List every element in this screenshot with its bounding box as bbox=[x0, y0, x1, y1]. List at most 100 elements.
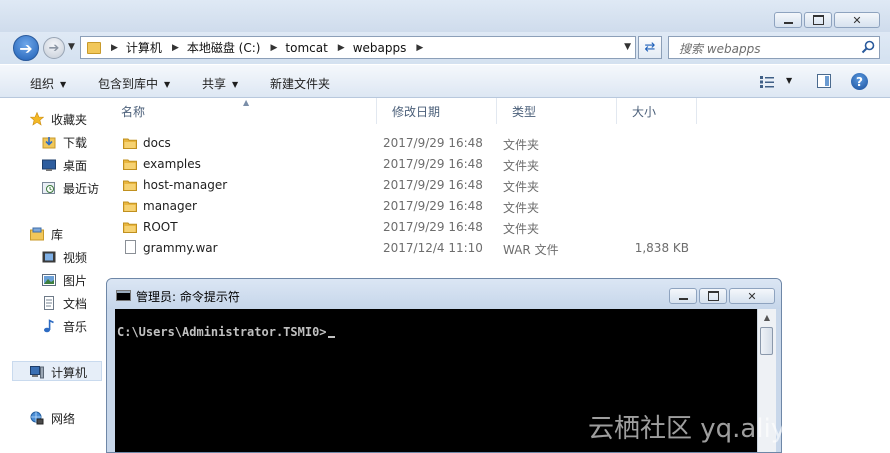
pictures-icon bbox=[42, 274, 56, 286]
sidebar-item-pictures[interactable]: 图片 bbox=[42, 271, 87, 289]
documents-icon bbox=[44, 296, 54, 310]
file-type: 文件夹 bbox=[503, 222, 540, 236]
recent-places-icon bbox=[42, 182, 55, 194]
file-type: 文件夹 bbox=[503, 159, 540, 173]
include-in-library-menu[interactable]: 包含到库中 ▼ bbox=[98, 75, 170, 92]
file-name: docs bbox=[143, 136, 171, 150]
refresh-icon: ⇄ bbox=[644, 40, 656, 55]
sidebar-item-documents[interactable]: 文档 bbox=[42, 294, 87, 312]
breadcrumb-tomcat[interactable]: tomcat bbox=[285, 41, 327, 55]
sidebar-item-music[interactable]: 音乐 bbox=[42, 317, 87, 335]
file-name: examples bbox=[143, 157, 201, 171]
sidebar-downloads-label: 下载 bbox=[63, 135, 88, 150]
breadcrumb-local-disk[interactable]: 本地磁盘 (C:) bbox=[187, 39, 261, 56]
maximize-button[interactable] bbox=[804, 12, 832, 28]
organize-menu[interactable]: 组织 ▼ bbox=[30, 75, 66, 92]
file-type: 文件夹 bbox=[503, 180, 540, 194]
chevron-down-icon: ▼ bbox=[60, 80, 67, 89]
sidebar-item-downloads[interactable]: 下载 bbox=[42, 133, 87, 151]
search-input[interactable] bbox=[677, 38, 851, 59]
folder-icon bbox=[87, 41, 101, 54]
sidebar-desktop-label: 桌面 bbox=[63, 158, 88, 173]
breadcrumb-webapps[interactable]: webapps bbox=[353, 41, 407, 55]
sidebar-music-label: 音乐 bbox=[63, 319, 88, 334]
new-folder-button[interactable]: 新建文件夹 bbox=[270, 75, 330, 92]
computer-icon bbox=[30, 366, 44, 379]
minimize-icon bbox=[678, 297, 688, 300]
sidebar-item-libraries[interactable]: 库 bbox=[30, 225, 63, 243]
sidebar-item-desktop[interactable]: 桌面 bbox=[42, 156, 87, 174]
close-icon: ✕ bbox=[747, 289, 757, 303]
scrollbar-thumb[interactable] bbox=[760, 327, 773, 355]
search-icon[interactable] bbox=[861, 40, 875, 54]
file-row[interactable]: docs 2017/9/29 16:48 文件夹 bbox=[121, 133, 711, 153]
cmd-minimize-button[interactable] bbox=[669, 288, 697, 304]
column-header-size[interactable]: 大小 bbox=[617, 98, 697, 124]
title-bar: ✕ bbox=[0, 0, 890, 33]
file-date: 2017/9/29 16:48 bbox=[383, 199, 483, 213]
chevron-right-icon[interactable]: ▶ bbox=[270, 43, 277, 53]
file-type: 文件夹 bbox=[503, 138, 540, 152]
file-row[interactable]: examples 2017/9/29 16:48 文件夹 bbox=[121, 154, 711, 174]
cmd-title-bar[interactable]: 管理员: 命令提示符 ✕ bbox=[107, 279, 781, 309]
sidebar-favorites-label: 收藏夹 bbox=[51, 112, 88, 127]
chevron-right-icon[interactable]: ▶ bbox=[416, 43, 423, 53]
folder-icon bbox=[123, 159, 137, 170]
cmd-close-button[interactable]: ✕ bbox=[729, 288, 775, 304]
sidebar-item-favorites[interactable]: 收藏夹 bbox=[30, 110, 87, 128]
column-header-name[interactable]: 名称 bbox=[106, 98, 377, 124]
maximize-icon bbox=[812, 15, 824, 25]
libraries-icon bbox=[30, 227, 44, 241]
help-icon[interactable]: ? bbox=[851, 73, 868, 90]
music-icon bbox=[44, 319, 54, 333]
address-dropdown-button[interactable]: ▼ bbox=[624, 42, 631, 52]
view-options-dropdown[interactable]: ▼ bbox=[786, 76, 792, 85]
share-label: 共享 bbox=[202, 77, 227, 91]
back-button[interactable]: ➔ bbox=[13, 35, 39, 61]
file-name: grammy.war bbox=[143, 241, 218, 255]
chevron-right-icon[interactable]: ▶ bbox=[172, 43, 179, 53]
star-icon bbox=[30, 112, 44, 126]
file-row[interactable]: ROOT 2017/9/29 16:48 文件夹 bbox=[121, 217, 711, 237]
close-button[interactable]: ✕ bbox=[834, 12, 880, 28]
chevron-right-icon[interactable]: ▶ bbox=[111, 43, 118, 53]
column-header-date[interactable]: 修改日期 bbox=[377, 98, 497, 124]
column-header-type[interactable]: 类型 bbox=[497, 98, 617, 124]
file-row[interactable]: grammy.war 2017/12/4 11:10 WAR 文件 1,838 … bbox=[121, 238, 711, 258]
cmd-maximize-button[interactable] bbox=[699, 288, 727, 304]
sidebar-item-network[interactable]: 网络 bbox=[30, 409, 75, 427]
downloads-folder-icon bbox=[42, 137, 56, 149]
file-type: 文件夹 bbox=[503, 201, 540, 215]
file-size: 1,838 KB bbox=[634, 241, 689, 255]
file-row[interactable]: manager 2017/9/29 16:48 文件夹 bbox=[121, 196, 711, 216]
forward-button[interactable]: ➔ bbox=[43, 37, 65, 59]
sidebar-item-recent[interactable]: 最近访 bbox=[42, 179, 99, 197]
file-type: WAR 文件 bbox=[503, 243, 559, 257]
sidebar-network-label: 网络 bbox=[51, 411, 76, 426]
view-options-icon[interactable] bbox=[760, 76, 774, 88]
share-menu[interactable]: 共享 ▼ bbox=[202, 75, 238, 92]
folder-icon bbox=[123, 222, 137, 233]
chevron-down-icon: ▼ bbox=[164, 80, 171, 89]
chevron-right-icon[interactable]: ▶ bbox=[338, 43, 345, 53]
address-bar[interactable]: ▶ 计算机 ▶ 本地磁盘 (C:) ▶ tomcat ▶ webapps ▶ ▼ bbox=[80, 36, 636, 59]
sidebar-item-videos[interactable]: 视频 bbox=[42, 248, 87, 266]
desktop-icon bbox=[42, 159, 56, 171]
arrow-right-icon: ➔ bbox=[48, 40, 60, 56]
cmd-window-title: 管理员: 命令提示符 bbox=[136, 290, 240, 304]
file-date: 2017/12/4 11:10 bbox=[383, 241, 483, 255]
text-cursor bbox=[327, 336, 335, 338]
sidebar-item-computer[interactable]: 计算机 bbox=[30, 363, 87, 381]
refresh-button[interactable]: ⇄ bbox=[638, 36, 662, 59]
network-icon bbox=[30, 411, 44, 425]
history-dropdown-button[interactable]: ▼ bbox=[68, 42, 75, 52]
minimize-button[interactable] bbox=[774, 12, 802, 28]
video-icon bbox=[42, 251, 56, 263]
file-name: host-manager bbox=[143, 178, 228, 192]
scroll-up-icon[interactable]: ▲ bbox=[758, 309, 776, 325]
console-prompt: C:\Users\Administrator.TSMI0> bbox=[117, 325, 335, 339]
file-row[interactable]: host-manager 2017/9/29 16:48 文件夹 bbox=[121, 175, 711, 195]
preview-pane-icon[interactable] bbox=[817, 74, 831, 88]
breadcrumb-computer[interactable]: 计算机 bbox=[126, 39, 162, 56]
folder-icon bbox=[123, 201, 137, 212]
